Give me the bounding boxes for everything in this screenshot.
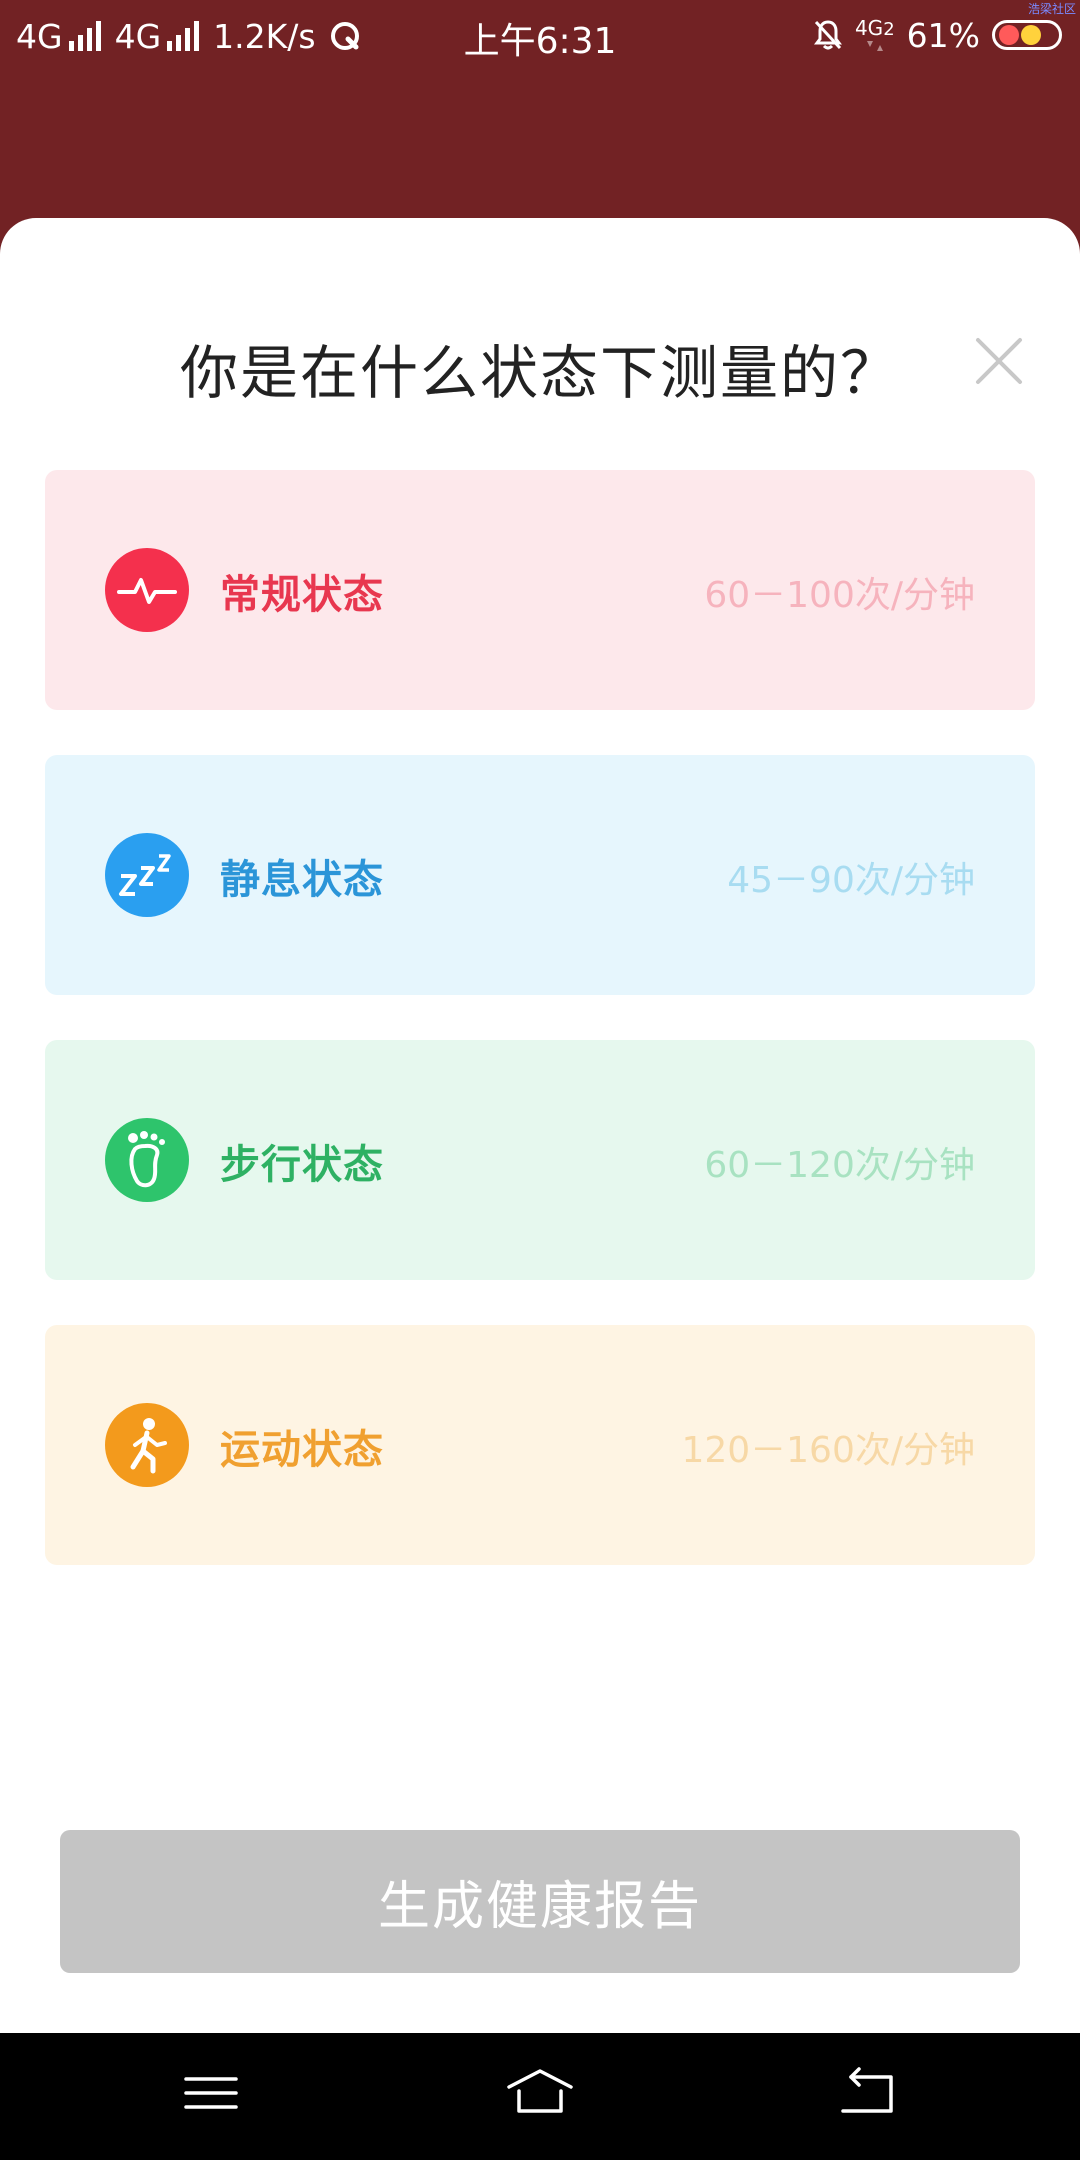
network-4g-indicator: 4G2 [855,18,895,53]
option-walk-state[interactable]: 步行状态 60－120次/分钟 [45,1040,1035,1280]
bell-off-icon [813,20,842,50]
data-arrows-icon [866,40,883,51]
option-rest-state[interactable]: 静息状态 45－90次/分钟 [45,755,1035,995]
close-icon[interactable] [972,334,1026,388]
option-label: 运动状态 [220,1427,384,1473]
sleep-zzz-icon [105,833,189,917]
watermark-text: 浩梁社区 [1027,2,1076,16]
option-label: 常规状态 [220,572,384,618]
menu-icon[interactable] [176,2063,246,2123]
option-sport-state[interactable]: 运动状态 120－160次/分钟 [45,1325,1035,1565]
footprint-icon [105,1118,189,1202]
option-normal-state[interactable]: 常规状态 60－100次/分钟 [45,470,1035,710]
state-selection-sheet: 你是在什么状态下测量的？ 常规状态 60－100次/分钟 静息状态 45－90次… [0,218,1080,2033]
back-icon[interactable] [833,2063,903,2123]
option-range: 60－120次/分钟 [704,1145,975,1186]
status-bar: 4G 4G 1.2K/s 上午6:31 4G2 61% 浩梁社区 [0,0,1080,72]
heartbeat-icon [105,548,189,632]
option-range: 60－100次/分钟 [704,575,975,616]
status-right: 4G2 61% [813,12,1062,58]
option-range: 45－90次/分钟 [727,860,975,901]
running-person-icon [105,1403,189,1487]
option-label: 静息状态 [220,857,384,903]
dialog-title: 你是在什么状态下测量的？ [179,339,900,407]
battery-percent: 61% [906,15,980,55]
network-type-label: 4G [854,15,884,40]
system-nav-bar [0,2033,1080,2160]
option-label: 步行状态 [220,1142,384,1188]
sim-slot-label: 2 [883,18,895,40]
home-icon[interactable] [505,2063,575,2123]
generate-report-button[interactable]: 生成健康报告 [60,1830,1020,1973]
battery-icon [992,20,1062,50]
option-range: 120－160次/分钟 [681,1430,975,1471]
